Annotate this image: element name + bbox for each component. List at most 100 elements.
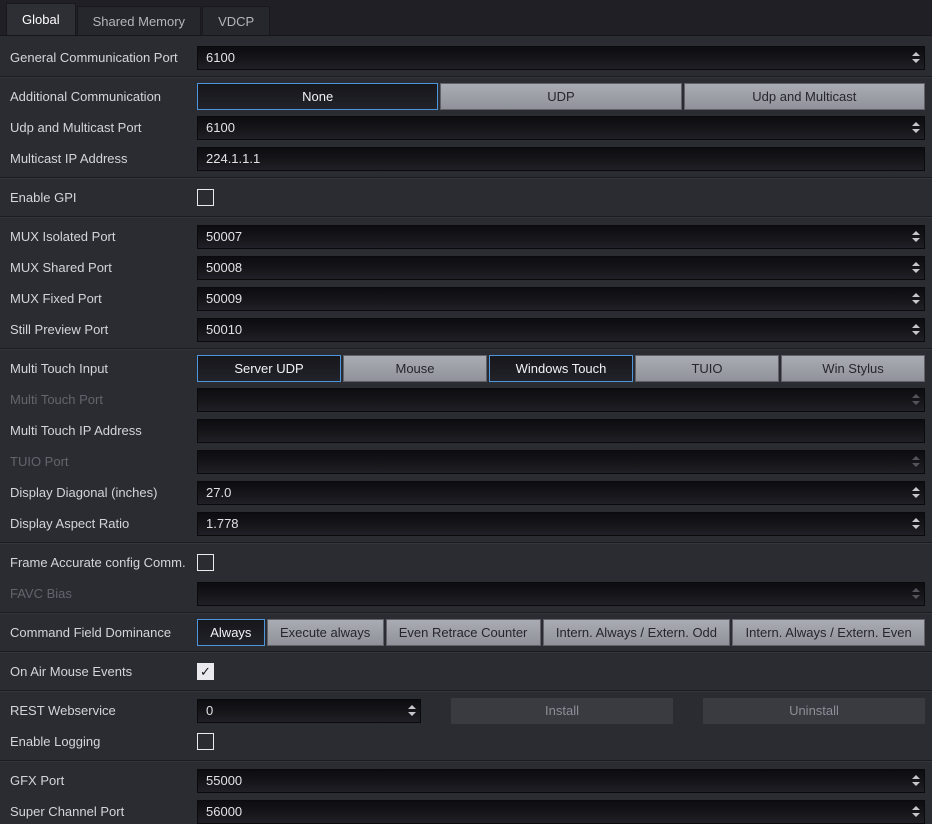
spin-up-icon[interactable] <box>912 231 920 235</box>
spin-down-icon[interactable] <box>912 331 920 335</box>
still-preview-port-input[interactable]: 50010 <box>197 318 925 342</box>
spin-up-icon[interactable] <box>912 52 920 56</box>
spinner-control[interactable] <box>403 700 420 722</box>
multi-touch-port-label: Multi Touch Port <box>0 392 197 407</box>
segment-execute-always[interactable]: Execute always <box>267 619 384 646</box>
super-channel-port-label: Super Channel Port <box>0 804 197 819</box>
spin-down-icon <box>912 595 920 599</box>
multi-touch-ip-address-input[interactable] <box>197 419 925 443</box>
input-value: 1.778 <box>198 516 907 531</box>
gfx-port-input[interactable]: 55000 <box>197 769 925 793</box>
mux-shared-port-input[interactable]: 50008 <box>197 256 925 280</box>
on-air-mouse-events-checkbox[interactable]: ✓ <box>197 663 214 680</box>
spinner-control[interactable] <box>907 482 924 504</box>
spin-down-icon <box>912 463 920 467</box>
mux-isolated-port-input[interactable]: 50007 <box>197 225 925 249</box>
segment-server-udp[interactable]: Server UDP <box>197 355 341 382</box>
spinner-control <box>907 583 924 605</box>
segment-windows-touch[interactable]: Windows Touch <box>489 355 633 382</box>
spin-up-icon[interactable] <box>408 705 416 709</box>
spin-down-icon[interactable] <box>912 813 920 817</box>
spin-down-icon <box>912 401 920 405</box>
segment-even-retrace-counter[interactable]: Even Retrace Counter <box>386 619 541 646</box>
spinner-control[interactable] <box>907 47 924 69</box>
input-value: 27.0 <box>198 485 907 500</box>
separator <box>0 690 932 692</box>
spinner-control[interactable] <box>907 257 924 279</box>
segment-always[interactable]: Always <box>197 619 265 646</box>
segment-none[interactable]: None <box>197 83 438 110</box>
spin-up-icon[interactable] <box>912 262 920 266</box>
spin-up-icon[interactable] <box>912 806 920 810</box>
spin-up-icon[interactable] <box>912 487 920 491</box>
segment-win-stylus[interactable]: Win Stylus <box>781 355 925 382</box>
spin-down-icon[interactable] <box>912 782 920 786</box>
general-communication-port-input[interactable]: 6100 <box>197 46 925 70</box>
enable-gpi-checkbox[interactable] <box>197 189 214 206</box>
tuio-port-label: TUIO Port <box>0 454 197 469</box>
spin-down-icon[interactable] <box>912 129 920 133</box>
install-button[interactable]: Install <box>451 698 673 724</box>
spinner-control[interactable] <box>907 513 924 535</box>
row-on-air-mouse-events: On Air Mouse Events ✓ <box>0 656 932 687</box>
display-aspect-ratio-input[interactable]: 1.778 <box>197 512 925 536</box>
spin-up-icon[interactable] <box>912 122 920 126</box>
segment-tuio[interactable]: TUIO <box>635 355 779 382</box>
spin-up-icon[interactable] <box>912 293 920 297</box>
spin-down-icon[interactable] <box>912 494 920 498</box>
row-mux-shared-port: MUX Shared Port 50008 <box>0 252 932 283</box>
input-value: 6100 <box>198 120 907 135</box>
tab-shared-memory[interactable]: Shared Memory <box>77 6 201 35</box>
row-multi-touch-port: Multi Touch Port <box>0 384 932 415</box>
spin-down-icon[interactable] <box>912 238 920 242</box>
spin-down-icon[interactable] <box>912 300 920 304</box>
segment-udp-and-multicast[interactable]: Udp and Multicast <box>684 83 925 110</box>
super-channel-port-input[interactable]: 56000 <box>197 800 925 824</box>
gfx-port-label: GFX Port <box>0 773 197 788</box>
rest-webservice-input[interactable]: 0 <box>197 699 421 723</box>
frame-accurate-config-comm-checkbox[interactable] <box>197 554 214 571</box>
segment-udp[interactable]: UDP <box>440 83 681 110</box>
row-multi-touch-ip-address: Multi Touch IP Address <box>0 415 932 446</box>
input-value: 55000 <box>198 773 907 788</box>
spin-down-icon[interactable] <box>408 712 416 716</box>
spinner-control[interactable] <box>907 770 924 792</box>
spin-down-icon[interactable] <box>912 59 920 63</box>
segment-intern-always-extern-even[interactable]: Intern. Always / Extern. Even <box>732 619 925 646</box>
multicast-ip-address-input[interactable]: 224.1.1.1 <box>197 147 925 171</box>
spinner-control[interactable] <box>907 226 924 248</box>
additional-communication-group: None UDP Udp and Multicast <box>197 83 925 110</box>
row-mux-isolated-port: MUX Isolated Port 50007 <box>0 221 932 252</box>
segment-intern-always-extern-odd[interactable]: Intern. Always / Extern. Odd <box>543 619 731 646</box>
row-display-aspect-ratio: Display Aspect Ratio 1.778 <box>0 508 932 539</box>
enable-logging-checkbox[interactable] <box>197 733 214 750</box>
on-air-mouse-events-label: On Air Mouse Events <box>0 664 197 679</box>
spin-up-icon[interactable] <box>912 775 920 779</box>
input-value: 224.1.1.1 <box>198 151 924 166</box>
spinner-control[interactable] <box>907 117 924 139</box>
input-value: 50007 <box>198 229 907 244</box>
row-mux-fixed-port: MUX Fixed Port 50009 <box>0 283 932 314</box>
spinner-control[interactable] <box>907 288 924 310</box>
segment-mouse[interactable]: Mouse <box>343 355 487 382</box>
spin-up-icon[interactable] <box>912 518 920 522</box>
udp-multicast-port-input[interactable]: 6100 <box>197 116 925 140</box>
display-diagonal-input[interactable]: 27.0 <box>197 481 925 505</box>
spinner-control[interactable] <box>907 319 924 341</box>
row-multi-touch-input: Multi Touch Input Server UDP Mouse Windo… <box>0 353 932 384</box>
tab-global[interactable]: Global <box>6 3 76 35</box>
still-preview-port-label: Still Preview Port <box>0 322 197 337</box>
row-additional-communication: Additional Communication None UDP Udp an… <box>0 81 932 112</box>
command-field-dominance-group: Always Execute always Even Retrace Count… <box>197 619 925 646</box>
spin-up-icon[interactable] <box>912 324 920 328</box>
spin-down-icon[interactable] <box>912 525 920 529</box>
mux-fixed-port-input[interactable]: 50009 <box>197 287 925 311</box>
separator <box>0 760 932 762</box>
tab-vdcp[interactable]: VDCP <box>202 6 270 35</box>
uninstall-button[interactable]: Uninstall <box>703 698 925 724</box>
input-value: 56000 <box>198 804 907 819</box>
spinner-control[interactable] <box>907 801 924 823</box>
spin-down-icon[interactable] <box>912 269 920 273</box>
favc-bias-label: FAVC Bias <box>0 586 197 601</box>
multi-touch-input-label: Multi Touch Input <box>0 361 197 376</box>
